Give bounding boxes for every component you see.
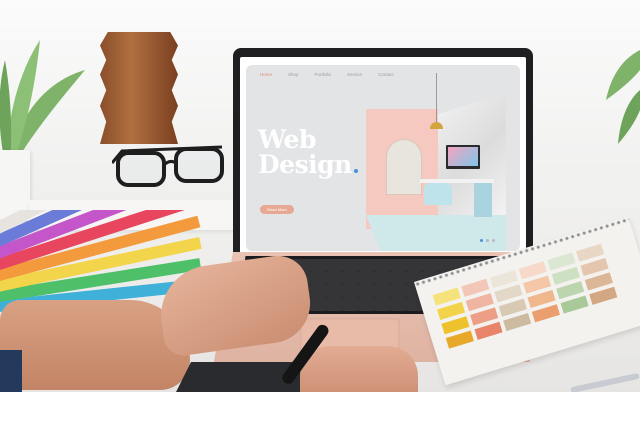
title-dot [353,169,358,173]
wooden-sculpture [100,32,178,144]
room-floor [366,215,506,251]
pager-dot[interactable] [486,239,489,242]
nav-item-home[interactable]: Home [260,72,272,77]
lamp-cord [436,73,437,123]
pager-dot[interactable] [492,239,495,242]
sleeve [0,350,22,392]
plant-icon [606,50,640,144]
right-hand [300,346,418,396]
hero-title-line2: Design [258,150,352,179]
website-mockup: Home Shop Portfolio Service Contact Web … [246,65,520,251]
nav-item-shop[interactable]: Shop [288,72,299,77]
arch-mirror [386,139,422,195]
nav-item-portfolio[interactable]: Portfolio [315,72,332,77]
read-more-button[interactable]: Read More [260,205,294,214]
pager-dot[interactable] [480,239,483,242]
website-nav: Home Shop Portfolio Service Contact [260,72,394,77]
hero-title-line1: Web [258,125,316,154]
slider-pager[interactable] [480,239,495,242]
pendant-lamp-icon [430,122,443,129]
eyeglasses-icon [112,145,224,187]
room-chair [424,183,452,205]
photo-scene: Home Shop Portfolio Service Contact Web … [0,0,640,426]
room-cabinet [474,183,492,217]
monitor-screen [448,147,478,166]
laptop-screen: Home Shop Portfolio Service Contact Web … [240,57,526,257]
nav-item-service[interactable]: Service [347,72,362,77]
bottom-band [0,392,640,426]
nav-item-contact[interactable]: Contact [378,72,394,77]
hero-title: Web Design [258,127,358,177]
